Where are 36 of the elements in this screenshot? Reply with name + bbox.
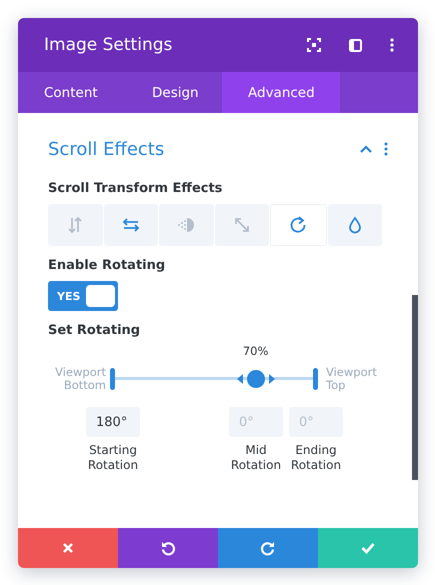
section-title[interactable]: Scroll Effects (48, 138, 348, 160)
more-icon[interactable] (390, 38, 394, 52)
fade-effect-icon (176, 215, 196, 235)
more-icon[interactable] (384, 142, 388, 156)
focus-icon[interactable] (307, 38, 321, 52)
field-label: Scroll Transform Effects (48, 181, 224, 196)
undo-icon (160, 540, 176, 556)
tab[interactable]: Advanced (222, 72, 340, 113)
effect-tab[interactable] (104, 204, 158, 246)
window-title: Image Settings (44, 35, 174, 55)
field-label: Starting Rotation (86, 443, 140, 474)
field-label: Mid Rotation (230, 443, 282, 474)
check-icon (361, 542, 375, 554)
slider-thumb[interactable] (236, 368, 275, 389)
tab[interactable]: Design (126, 72, 222, 113)
effect-tab[interactable] (328, 204, 382, 246)
input-field[interactable]: 0° (289, 407, 343, 438)
layout-icon[interactable] (349, 38, 362, 52)
slider-value: 70% (242, 344, 268, 358)
field-label: Set Rotating (48, 323, 142, 338)
input-field[interactable]: 180° (86, 407, 140, 438)
undo-button[interactable] (118, 528, 218, 568)
chevron-icon[interactable] (360, 145, 372, 153)
slider-label: Viewport Top (326, 366, 378, 392)
effect-tab[interactable] (270, 204, 326, 246)
tab[interactable]: Content (18, 72, 126, 113)
field-label: Ending Rotation (290, 443, 342, 474)
rotate-effect-icon (288, 215, 308, 235)
redo-icon (260, 540, 276, 556)
close-icon (62, 542, 74, 554)
slider-label: Viewport Bottom (54, 366, 106, 392)
slider-handle[interactable] (110, 368, 115, 390)
slider-handle[interactable] (313, 368, 318, 390)
toggle-switch[interactable]: YES (48, 281, 118, 311)
input-field[interactable]: 0° (229, 407, 283, 438)
field-label: Enable Rotating (48, 258, 166, 273)
